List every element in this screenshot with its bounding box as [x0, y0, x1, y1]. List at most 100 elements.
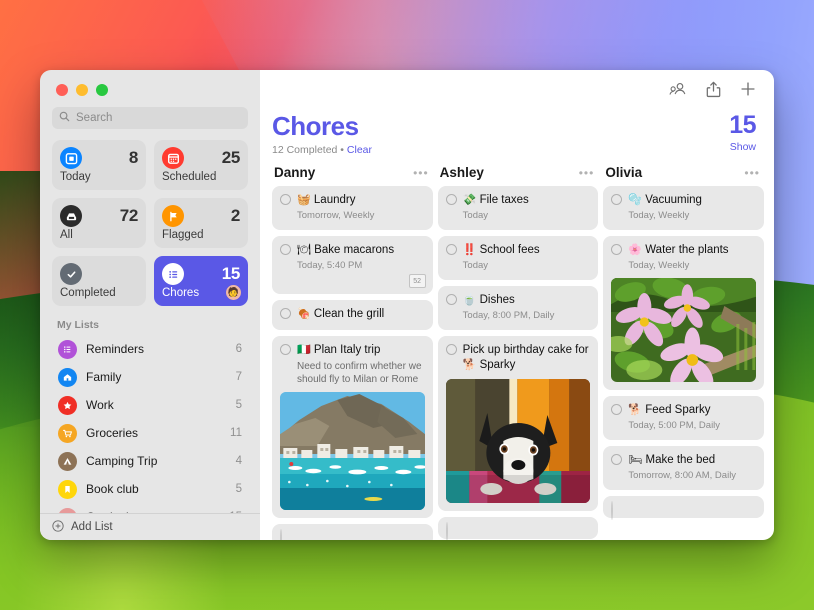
task-photo-flowers[interactable] — [611, 278, 756, 382]
task-checkbox[interactable] — [611, 501, 613, 520]
task-card[interactable]: ‼️ School fees Today — [438, 236, 599, 280]
search-placeholder: Search — [76, 112, 112, 124]
list-label: Book club — [86, 482, 227, 496]
clear-button[interactable]: Clear — [347, 144, 372, 156]
toolbar — [260, 70, 774, 108]
task-photo-dog[interactable] — [446, 379, 591, 503]
search-container: Search — [40, 96, 260, 129]
shared-avatar: 🧑 — [226, 285, 241, 300]
smart-list-today[interactable]: 8 Today — [52, 140, 146, 190]
task-card[interactable]: 💸 File taxes Today — [438, 186, 599, 230]
list-item-reminders[interactable]: Reminders 6 — [50, 335, 250, 363]
task-checkbox[interactable] — [280, 344, 291, 355]
task-card[interactable]: 🫧 Vacuuming Today, Weekly — [603, 186, 764, 230]
task-checkbox[interactable] — [280, 244, 291, 255]
task-title-line2: Sparky — [480, 359, 516, 371]
task-title: Plan Italy trip — [314, 344, 380, 356]
task-title-row: ‼️ School fees — [463, 243, 591, 258]
list-count-badge: 15 — [729, 112, 756, 138]
show-completed-button[interactable]: Show — [729, 141, 756, 153]
smart-list-flagged[interactable]: 2 Flagged — [154, 198, 248, 248]
scheduled-count: 25 — [222, 148, 240, 168]
task-checkbox[interactable] — [446, 194, 457, 205]
separator-dot: • — [340, 144, 344, 156]
task-card[interactable]: 🧺 Laundry Tomorrow, Weekly — [272, 186, 433, 230]
task-title-row: 🇮🇹 Plan Italy trip — [297, 343, 425, 358]
task-card[interactable]: 🍽 Bake macarons Today, 5:40 PM 52 — [272, 236, 433, 294]
task-title-row: 🐕 Feed Sparky — [628, 403, 756, 418]
new-task-placeholder[interactable] — [272, 524, 433, 540]
task-checkbox[interactable] — [611, 194, 622, 205]
task-title-row: 🍽 Bake macarons — [297, 243, 425, 258]
task-title: Bake macarons — [314, 244, 394, 256]
list-label: Reminders — [86, 342, 227, 356]
list-label: Family — [86, 370, 227, 384]
task-checkbox[interactable] — [611, 404, 622, 415]
list-item-work[interactable]: Work 5 — [50, 391, 250, 419]
task-card[interactable]: 🇮🇹 Plan Italy trip Need to confirm wheth… — [272, 336, 433, 518]
flag-icon — [162, 205, 184, 227]
task-checkbox[interactable] — [611, 454, 622, 465]
star-icon — [58, 396, 77, 415]
minimize-button[interactable] — [76, 84, 88, 96]
list-item-camping-trip[interactable]: Camping Trip 4 — [50, 447, 250, 475]
column-title: Danny — [274, 165, 315, 180]
completed-summary: 12 Completed • Clear — [272, 144, 372, 156]
column-title: Ashley — [440, 165, 484, 180]
task-card[interactable]: 🍵 Dishes Today, 8:00 PM, Daily — [438, 286, 599, 330]
smart-list-all[interactable]: 72 All — [52, 198, 146, 248]
task-checkbox[interactable] — [446, 244, 457, 255]
task-emoji: ‼️ — [463, 244, 477, 256]
task-checkbox[interactable] — [446, 522, 448, 540]
task-due: Today — [463, 210, 591, 222]
column-menu-button[interactable]: ••• — [579, 167, 595, 179]
task-title-row: 🧺 Laundry — [297, 193, 425, 208]
task-card[interactable]: Pick up birthday cake for 🐕 Sparky — [438, 336, 599, 510]
column-header: Olivia ••• — [603, 165, 764, 186]
share-with-people-icon[interactable] — [669, 81, 687, 97]
task-title: School fees — [480, 244, 540, 256]
task-checkbox[interactable] — [280, 194, 291, 205]
list-item-groceries[interactable]: Groceries 11 — [50, 419, 250, 447]
zoom-button[interactable] — [96, 84, 108, 96]
list-count: 11 — [230, 427, 242, 439]
task-card[interactable]: 🛏 Make the bed Tomorrow, 8:00 AM, Daily — [603, 446, 764, 490]
new-task-placeholder[interactable] — [438, 517, 599, 539]
column-menu-button[interactable]: ••• — [413, 167, 429, 179]
task-title-row: 💸 File taxes — [463, 193, 591, 208]
task-due: Today, 5:00 PM, Daily — [628, 420, 756, 432]
new-task-placeholder[interactable] — [603, 496, 764, 518]
column-menu-button[interactable]: ••• — [744, 167, 760, 179]
task-due: Today, Weekly — [628, 260, 756, 272]
task-checkbox[interactable] — [611, 244, 622, 255]
task-checkbox[interactable] — [446, 294, 457, 305]
task-photo-italy[interactable] — [280, 392, 425, 510]
task-card[interactable]: 🐕 Feed Sparky Today, 5:00 PM, Daily — [603, 396, 764, 440]
list-item-book-club[interactable]: Book club 5 — [50, 475, 250, 503]
task-title-row: 🌸 Water the plants — [628, 243, 756, 258]
assignee-columns: Danny ••• 🧺 Laundry Tomorrow, Weekl — [260, 156, 774, 521]
task-emoji: 🍖 — [297, 308, 311, 320]
close-button[interactable] — [56, 84, 68, 96]
house-icon — [58, 368, 77, 387]
list-label: Groceries — [86, 426, 221, 440]
task-checkbox[interactable] — [280, 308, 291, 319]
task-card[interactable]: 🌸 Water the plants Today, Weekly — [603, 236, 764, 390]
completed-label: Completed — [60, 287, 138, 299]
add-reminder-icon[interactable] — [740, 81, 756, 97]
smart-list-chores[interactable]: 15 Chores 🧑 — [154, 256, 248, 306]
task-checkbox[interactable] — [446, 344, 457, 355]
task-card[interactable]: 🍖 Clean the grill — [272, 300, 433, 330]
smart-list-scheduled[interactable]: 25 Scheduled — [154, 140, 248, 190]
reminders-window: Search 8 Today — [40, 70, 774, 540]
search-input[interactable]: Search — [52, 107, 248, 129]
share-icon[interactable] — [706, 81, 721, 98]
today-calendar-icon — [60, 147, 82, 169]
task-title: Vacuuming — [645, 194, 702, 206]
task-checkbox[interactable] — [280, 529, 282, 540]
list-item-family[interactable]: Family 7 — [50, 363, 250, 391]
list-item-gardening[interactable]: Gardening 15 — [50, 503, 250, 513]
smart-list-completed[interactable]: Completed — [52, 256, 146, 306]
smart-lists-grid: 8 Today 25 Scheduled — [40, 129, 260, 306]
add-list-button[interactable]: Add List — [40, 513, 260, 540]
